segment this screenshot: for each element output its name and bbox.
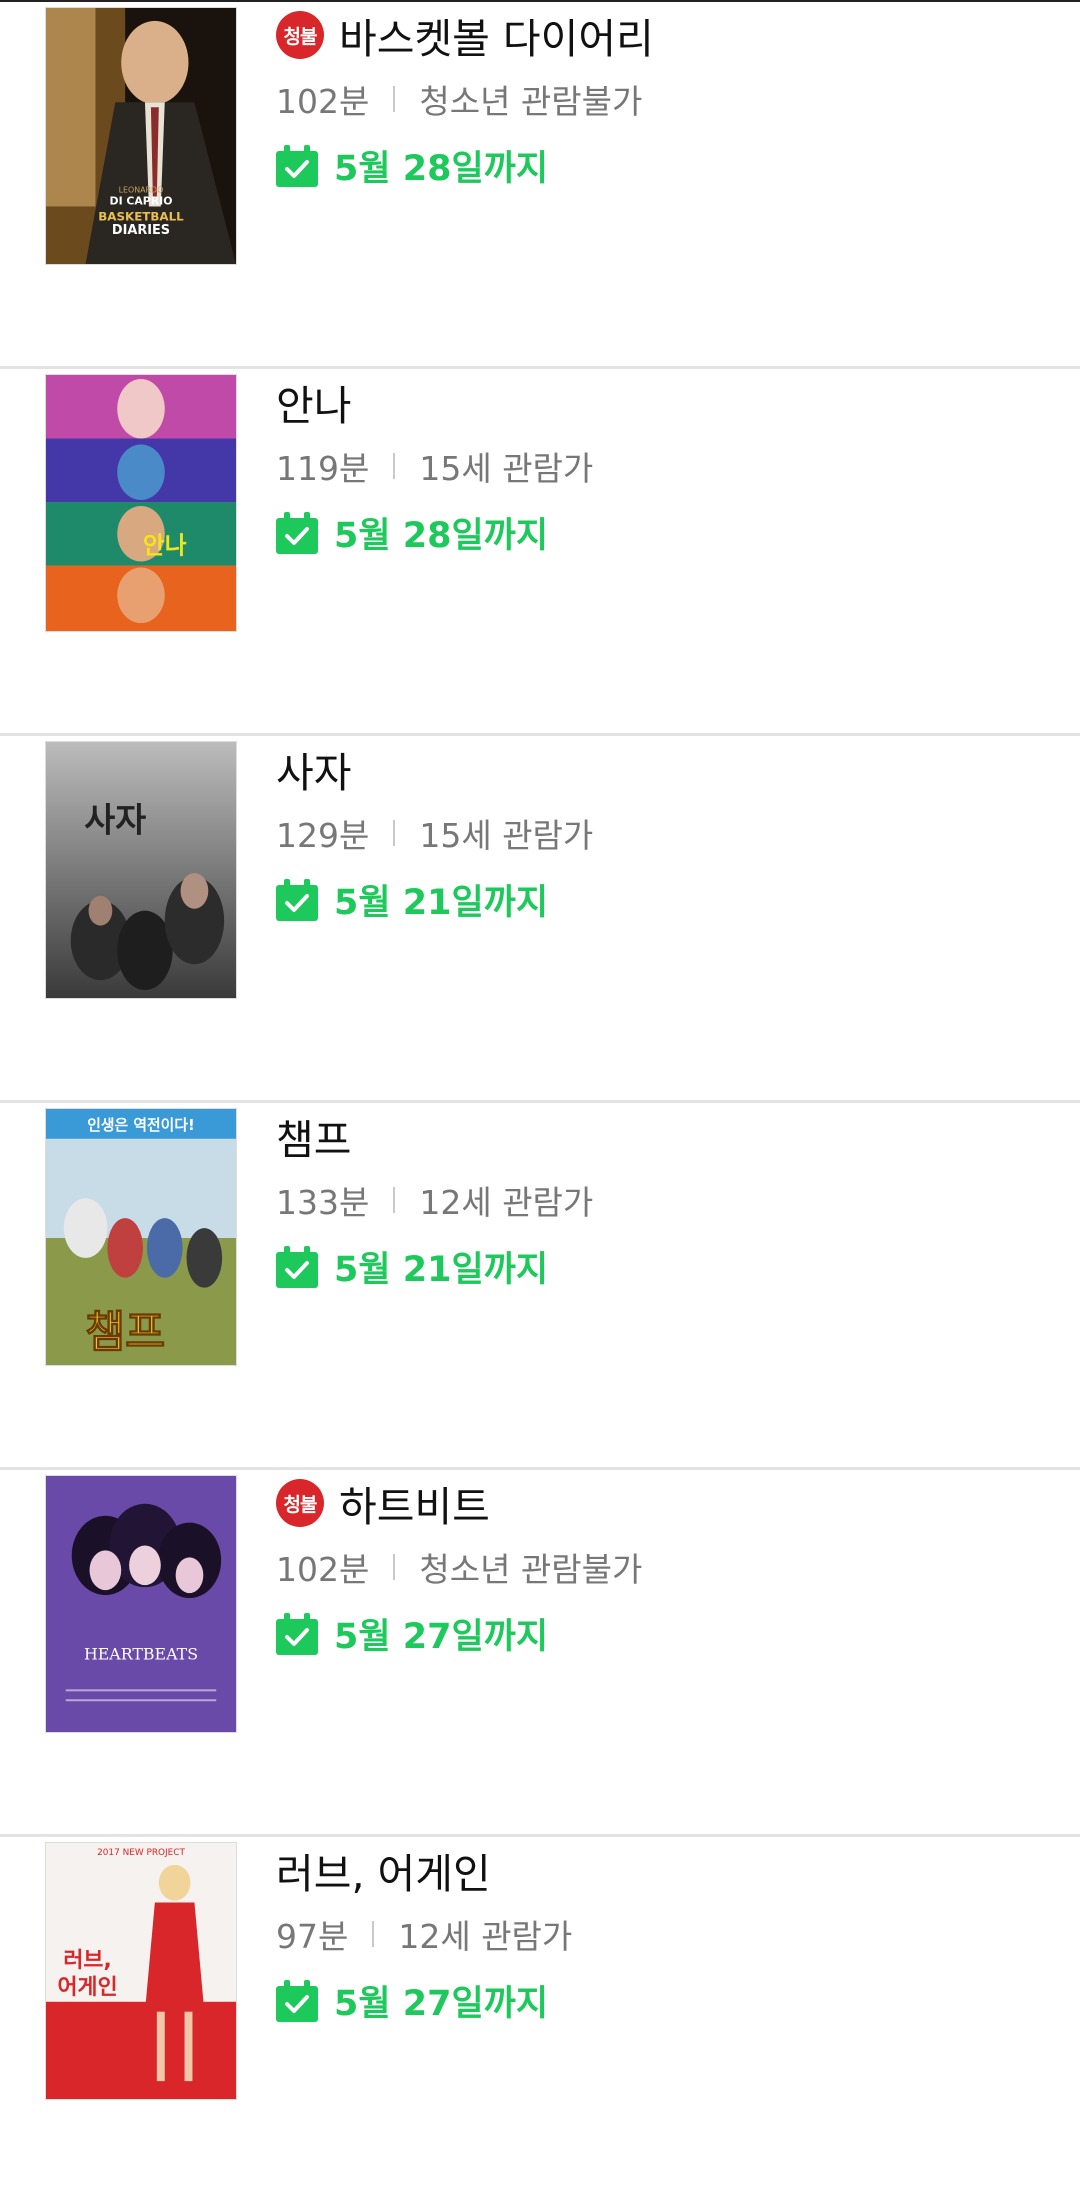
movie-item-anna[interactable]: 안나 안나 119분 15세 관람가 5월 28일까지 [0,369,1080,736]
poster-text: 사자 [84,800,146,839]
movie-meta: 102분 청소년 관람불가 [276,1543,642,1591]
title-row: 청불 하트비트 [276,1473,490,1533]
calendar-check-icon [276,511,318,554]
meta-divider [393,86,396,112]
runtime: 133분 [276,1183,370,1222]
deadline-text: 5월 27일까지 [334,1617,549,1657]
movie-meta: 119분 15세 관람가 [276,442,593,490]
runtime: 102분 [276,1550,370,1589]
age-rating: 12세 관람가 [398,1917,573,1956]
movie-title[interactable]: 러브, 어게인 [276,1840,491,1900]
poster-text: DIARIES [112,223,170,238]
movie-poster[interactable]: LEONARDO DI CAPRIO BASKETBALL DIARIES [45,7,237,265]
runtime: 97분 [276,1917,349,1956]
movie-item-basketball-diaries[interactable]: LEONARDO DI CAPRIO BASKETBALL DIARIES 청불… [0,2,1080,369]
calendar-check-icon [276,878,318,921]
title-row: 안나 [276,372,351,432]
movie-meta: 97분 12세 관람가 [276,1910,572,1958]
poster-text: 러브, [63,1948,111,1973]
adult-only-badge: 청불 [276,11,324,59]
movie-item-saja[interactable]: 사자 사자 129분 15세 관람가 5월 21일까지 [0,736,1080,1103]
meta-divider [393,1554,396,1580]
availability-deadline: 5월 27일까지 [276,1608,548,1659]
movie-title[interactable]: 하트비트 [339,1473,490,1533]
title-row: 챔프 [276,1106,351,1166]
movie-poster[interactable]: HEARTBEATS [45,1475,237,1733]
calendar-check-icon [276,1979,318,2022]
age-rating: 15세 관람가 [419,816,594,855]
calendar-check-icon [276,1612,318,1655]
age-rating: 청소년 관람불가 [419,82,643,121]
movie-title[interactable]: 사자 [276,739,351,799]
meta-divider [393,1187,396,1213]
movie-poster[interactable]: 2017 NEW PROJECT 러브, 어게인 [45,1842,237,2100]
poster-text: 2017 NEW PROJECT [97,1848,185,1858]
title-row: 청불 바스켓볼 다이어리 [276,5,654,65]
movie-title[interactable]: 바스켓볼 다이어리 [339,5,654,65]
poster-text: HEARTBEATS [84,1645,198,1664]
movie-item-love-again[interactable]: 2017 NEW PROJECT 러브, 어게인 러브, 어게인 97분 12세… [0,1837,1080,2204]
runtime: 102분 [276,82,370,121]
runtime: 129분 [276,816,370,855]
deadline-text: 5월 27일까지 [334,1984,549,2024]
runtime: 119분 [276,449,370,488]
poster-text: 인생은 역전이다! [87,1116,195,1134]
age-rating: 12세 관람가 [419,1183,594,1222]
meta-divider [372,1921,375,1947]
age-rating: 청소년 관람불가 [419,1550,643,1589]
availability-deadline: 5월 28일까지 [276,507,548,558]
age-rating: 15세 관람가 [419,449,594,488]
deadline-text: 5월 21일까지 [334,883,549,923]
movie-poster[interactable]: 인생은 역전이다! 챔프 [45,1108,237,1366]
title-row: 사자 [276,739,351,799]
availability-deadline: 5월 27일까지 [276,1975,548,2026]
availability-deadline: 5월 21일까지 [276,1241,548,1292]
poster-text: 챔프 [85,1308,165,1358]
poster-text: LEONARDO [119,186,164,195]
availability-deadline: 5월 21일까지 [276,874,548,925]
availability-deadline: 5월 28일까지 [276,140,548,191]
deadline-text: 5월 28일까지 [334,149,549,189]
meta-divider [393,820,396,846]
movie-item-champ[interactable]: 인생은 역전이다! 챔프 챔프 133분 12세 관람가 5월 21일까지 [0,1103,1080,1470]
poster-text: 어게인 [58,1975,118,2000]
title-row: 러브, 어게인 [276,1840,491,1900]
movie-meta: 129분 15세 관람가 [276,809,593,857]
movie-meta: 102분 청소년 관람불가 [276,75,642,123]
deadline-text: 5월 28일까지 [334,516,549,556]
movie-title[interactable]: 안나 [276,372,351,432]
poster-text: BASKETBALL [98,209,184,223]
movie-poster[interactable]: 안나 [45,374,237,632]
poster-text: 안나 [143,532,187,560]
movie-poster[interactable]: 사자 [45,741,237,999]
poster-text: DI CAPRIO [110,194,173,207]
calendar-check-icon [276,144,318,187]
movie-meta: 133분 12세 관람가 [276,1176,593,1224]
calendar-check-icon [276,1245,318,1288]
movie-list: LEONARDO DI CAPRIO BASKETBALL DIARIES 청불… [0,2,1080,2204]
movie-item-heartbeats[interactable]: HEARTBEATS 청불 하트비트 102분 청소년 관람불가 5월 27일까… [0,1470,1080,1837]
adult-only-badge: 청불 [276,1479,324,1527]
deadline-text: 5월 21일까지 [334,1250,549,1290]
meta-divider [393,453,396,479]
movie-title[interactable]: 챔프 [276,1106,351,1166]
